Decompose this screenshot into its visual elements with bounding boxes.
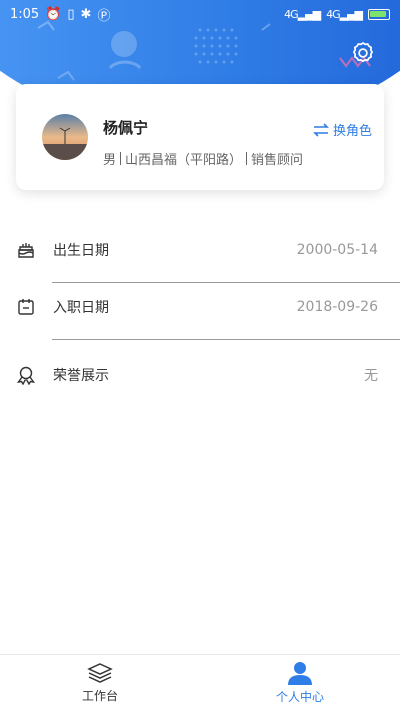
swap-arrows-icon [313, 122, 329, 137]
meta-divider [120, 152, 122, 165]
nav-tab-profile[interactable]: 个人中心 [200, 655, 400, 710]
signal-icon-2: 4G▂▄▆ [326, 7, 363, 21]
birth-date-row: 出生日期 2000-05-14 [0, 222, 400, 278]
hire-date-label: 入职日期 [53, 300, 109, 316]
battery-icon [368, 8, 390, 20]
calendar-icon [18, 299, 34, 315]
status-time: 1:05 [10, 6, 40, 22]
user-meta: 男山西昌福（平阳路） 销售顾问 [103, 149, 303, 168]
user-store: 山西昌福（平阳路） [125, 153, 243, 168]
honor-value: 无 [364, 368, 378, 384]
hire-date-value: 2018-09-26 [296, 299, 378, 315]
meta-divider [246, 152, 248, 165]
person-icon [288, 661, 312, 685]
signal-icon: 4G▂▄▆ [284, 7, 321, 21]
nav-label-profile: 个人中心 [275, 689, 324, 704]
avatar[interactable] [42, 114, 88, 160]
birth-date-value: 2000-05-14 [296, 242, 378, 258]
user-position: 销售顾问 [251, 153, 304, 168]
alarm-icon: ⏰ [45, 6, 62, 22]
award-ribbon-icon [16, 366, 36, 385]
nav-tab-workbench[interactable]: 工作台 [0, 655, 200, 710]
nav-label-workbench: 工作台 [81, 688, 118, 703]
profile-card: 杨佩宁 男山西昌福（平阳路） 销售顾问 换角色 [16, 84, 384, 190]
parking-icon: Ⓟ [97, 8, 111, 24]
settings-gear-icon[interactable] [350, 40, 376, 66]
bottom-nav: 工作台 个人中心 [0, 654, 400, 710]
birth-date-label: 出生日期 [53, 243, 109, 259]
honor-row[interactable]: 荣誉展示 无 [0, 347, 400, 403]
layers-icon [87, 662, 113, 683]
hire-date-row: 入职日期 2018-09-26 [0, 279, 400, 335]
honor-label: 荣誉展示 [53, 368, 109, 384]
row-divider [52, 339, 400, 340]
switch-role-label: 换角色 [332, 124, 372, 139]
bluetooth-icon: ✱ [80, 6, 92, 22]
switch-role-button[interactable]: 换角色 [313, 120, 372, 139]
vibrate-icon: ▯ [67, 6, 75, 22]
status-bar: 1:05 ⏰ ▯ ✱ Ⓟ 4G▂▄▆ 4G▂▄▆ [0, 0, 400, 28]
cake-icon [18, 243, 34, 258]
user-gender: 男 [103, 153, 117, 168]
user-name: 杨佩宁 [103, 119, 149, 137]
